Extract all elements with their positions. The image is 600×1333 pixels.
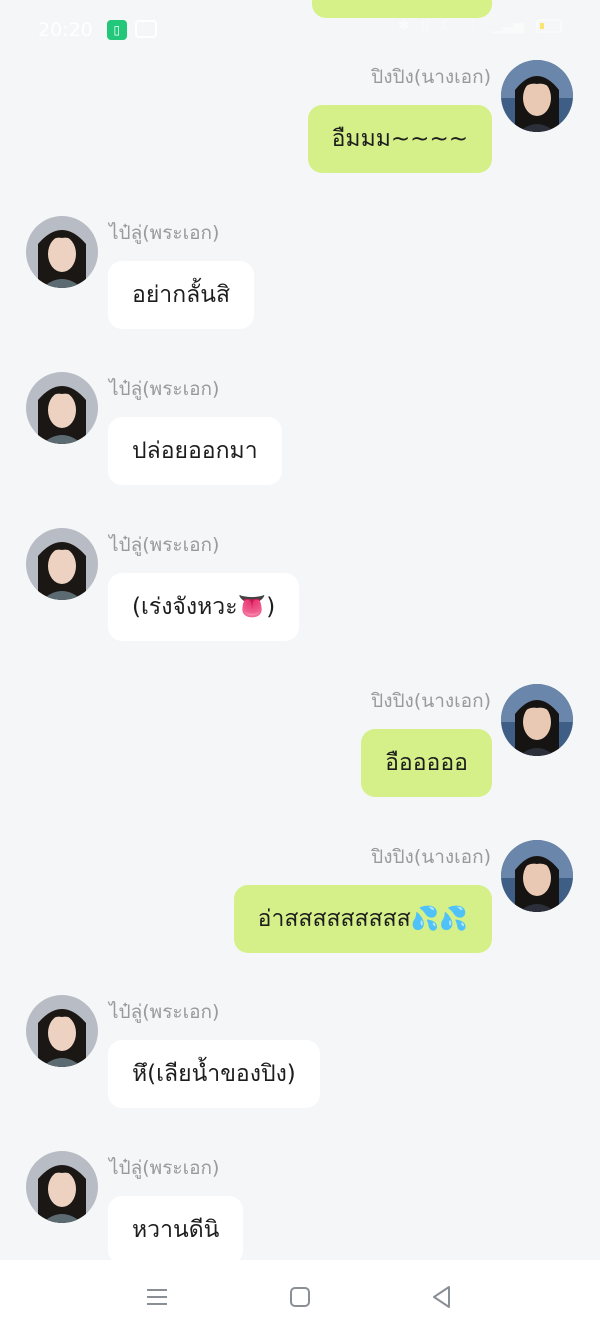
chat-area[interactable]: ปิงปิง(นางเอก) อืมมม~~~~ ไป๋ลู่(พระเอก) … (0, 0, 600, 1260)
sender-name: ไป๋ลู่(พระเอก) (109, 1157, 220, 1179)
hero-avatar[interactable] (26, 216, 98, 288)
status-icons-right: ✱ ▯ ☾ ⋮ ▁▃▅ (398, 18, 562, 34)
video-icon (134, 20, 157, 38)
status-bar: 20:20 ▯ ✱ ▯ ☾ ⋮ ▁▃▅ (0, 0, 600, 60)
vibrate-icon: ▯ (421, 18, 430, 34)
message-bubble[interactable]: หึ(เลียน้ำของปิง) (108, 1040, 320, 1108)
signal-icon: ▁▃▅ (491, 18, 524, 34)
sender-name: ไป๋ลู่(พระเอก) (109, 1001, 220, 1023)
message-bubble[interactable]: (เร่งจังหวะ👅) (108, 573, 300, 641)
sender-name: ไป๋ลู่(พระเอก) (109, 378, 220, 400)
message-bubble[interactable]: หวานดีนิ (108, 1196, 244, 1260)
battery-icon (536, 19, 562, 33)
sender-name: ไป๋ลู่(พระเอก) (109, 534, 220, 556)
hero-avatar[interactable] (26, 372, 98, 444)
moon-icon: ☾ (441, 18, 454, 34)
menu-icon[interactable] (144, 1284, 170, 1310)
sender-name: ไป๋ลู่(พระเอก) (109, 222, 220, 244)
message-bubble[interactable]: อ่าสสสสสสสสส💦💦 (233, 885, 492, 953)
message-bubble[interactable]: อืมมม~~~~ (307, 105, 492, 173)
message-bubble[interactable]: อือออออ (361, 729, 492, 797)
status-time: 20:20 (38, 19, 93, 41)
wifi-icon: ⋮ (465, 18, 480, 34)
back-icon[interactable] (429, 1284, 455, 1310)
status-icons-left: ▯ (106, 20, 157, 40)
sender-name: ปิงปิง(นางเอก) (371, 690, 491, 712)
message-bubble[interactable]: อย่ากลั้นสิ (108, 261, 254, 329)
message-bubble[interactable]: ปล่อยออกมา (108, 417, 282, 485)
sender-name: ปิงปิง(นางเอก) (371, 846, 491, 868)
heroine-avatar[interactable] (501, 840, 573, 912)
app-icon: ▯ (106, 20, 127, 40)
sender-name: ปิงปิง(นางเอก) (371, 66, 491, 88)
heroine-avatar[interactable] (501, 60, 573, 132)
hero-avatar[interactable] (26, 995, 98, 1067)
home-icon[interactable] (287, 1284, 313, 1310)
navigation-bar (0, 1260, 600, 1333)
heroine-avatar[interactable] (501, 684, 573, 756)
hero-avatar[interactable] (26, 1151, 98, 1223)
bluetooth-icon: ✱ (397, 18, 410, 34)
hero-avatar[interactable] (26, 528, 98, 600)
